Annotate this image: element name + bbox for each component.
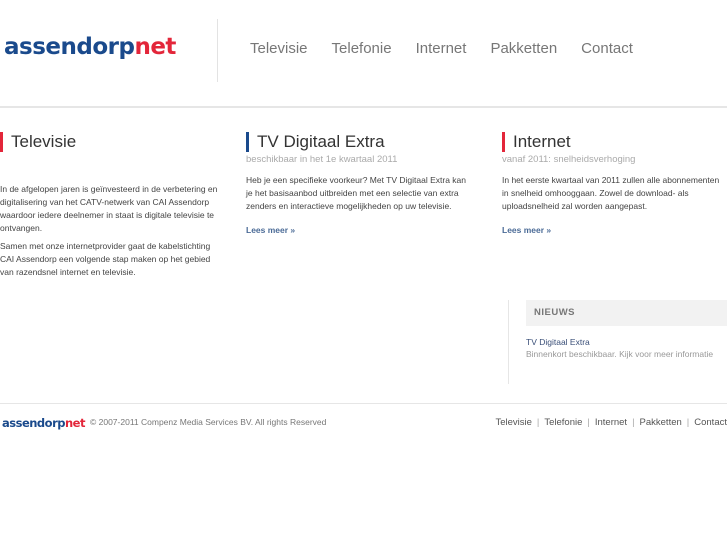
paragraph: Heb je een specifieke voorkeur? Met TV D… (246, 175, 467, 211)
news-heading: NIEUWS (526, 300, 727, 326)
lees-meer-link[interactable]: Lees meer » (246, 225, 295, 235)
column-subtitle: vanaf 2011: snelheidsverhoging (502, 154, 636, 165)
copyright: © 2007-2011 Compenz Media Services BV. A… (90, 417, 327, 427)
column-internet: Internet vanaf 2011: snelheidsverhoging … (502, 132, 727, 238)
main-nav: Televisie Telefonie Internet Pakketten C… (250, 40, 633, 57)
column-subtitle: beschikbaar in het 1e kwartaal 2011 (246, 154, 398, 165)
nav-telefonie[interactable]: Telefonie (332, 40, 392, 57)
footer-link-contact[interactable]: Contact (694, 417, 727, 428)
logo[interactable]: assendorpnet (4, 34, 176, 60)
paragraph: In de afgelopen jaren is geïnvesteerd in… (0, 184, 218, 233)
column-tv-digitaal-extra: TV Digitaal Extra beschikbaar in het 1e … (246, 132, 471, 238)
column-televisie: Televisie In de afgelopen jaren is geïnv… (0, 132, 225, 284)
column-title: Internet (502, 132, 727, 152)
news-item-title[interactable]: TV Digitaal Extra (526, 337, 727, 347)
nav-contact[interactable]: Contact (581, 40, 633, 57)
footer-rule (0, 403, 727, 404)
paragraph: Samen met onze internetprovider gaat de … (0, 241, 211, 277)
column-title: Televisie (0, 132, 225, 152)
news-item-desc: Binnenkort beschikbaar. Kijk voor meer i… (526, 349, 714, 359)
news-box: NIEUWS TV Digitaal Extra Binnenkort besc… (508, 300, 727, 384)
lees-meer-link[interactable]: Lees meer » (502, 225, 551, 235)
footer-link-telefonie[interactable]: Telefonie (544, 417, 582, 428)
paragraph: In het eerste kwartaal van 2011 zullen a… (502, 175, 720, 211)
nav-pakketten[interactable]: Pakketten (490, 40, 557, 57)
nav-internet[interactable]: Internet (416, 40, 467, 57)
footer-logo[interactable]: assendorpnet (2, 416, 85, 430)
footer-link-pakketten[interactable]: Pakketten (640, 417, 682, 428)
footer-link-televisie[interactable]: Televisie (495, 417, 531, 428)
footer-nav: Televisie | Telefonie | Internet | Pakketten | C… (495, 417, 727, 428)
header-rule (0, 106, 727, 108)
header-divider (217, 19, 218, 82)
column-title: TV Digitaal Extra (246, 132, 471, 152)
nav-televisie[interactable]: Televisie (250, 40, 308, 57)
footer-link-internet[interactable]: Internet (595, 417, 627, 428)
